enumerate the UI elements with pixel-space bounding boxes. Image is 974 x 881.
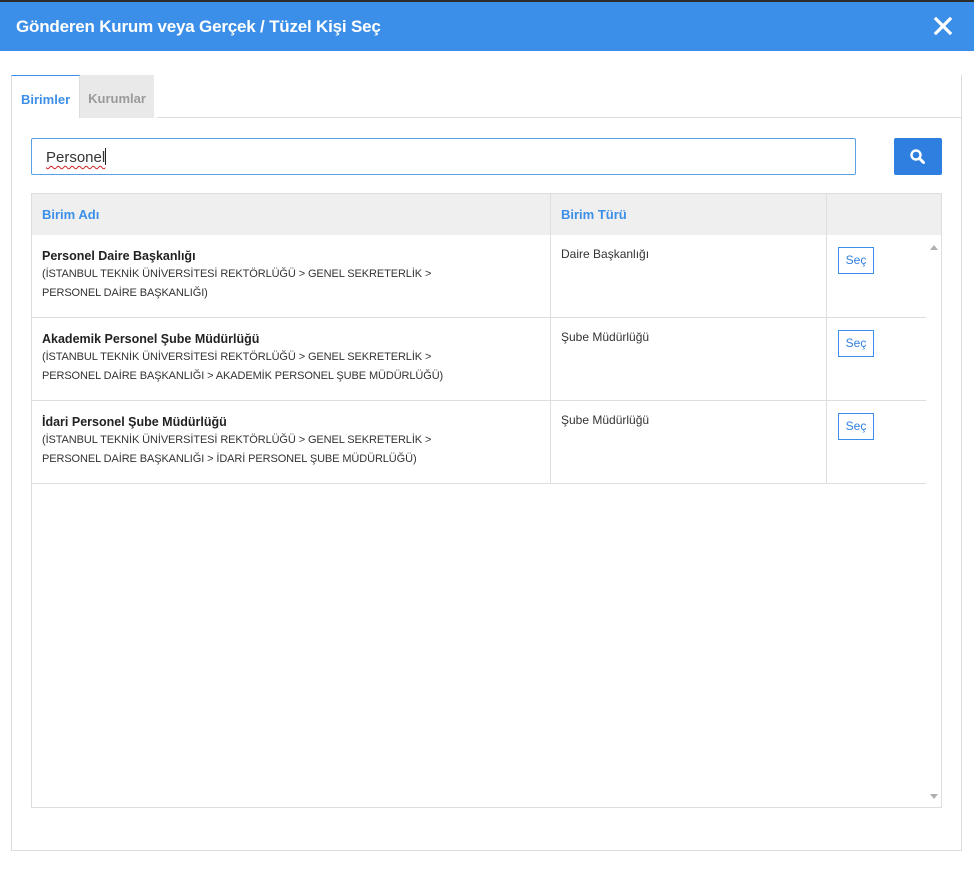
- column-header-action: [827, 194, 941, 235]
- unit-name: Personel Daire Başkanlığı: [42, 249, 196, 263]
- text-cursor: [105, 148, 107, 165]
- search-input[interactable]: Personel: [31, 138, 856, 175]
- unit-path: PERSONEL DAİRE BAŞKANLIĞI): [42, 287, 208, 299]
- tab-bar: Birimler Kurumlar: [11, 75, 154, 118]
- table-header: Birim Adı Birim Türü: [32, 194, 941, 235]
- unit-path: (İSTANBUL TEKNİK ÜNİVERSİTESİ REKTÖRLÜĞÜ…: [42, 434, 432, 446]
- unit-type: Şube Müdürlüğü: [551, 401, 827, 483]
- vertical-scrollbar[interactable]: [926, 235, 941, 807]
- unit-path: PERSONEL DAİRE BAŞKANLIĞI > AKADEMİK PER…: [42, 370, 444, 382]
- select-button[interactable]: Seç: [838, 413, 874, 440]
- unit-name: İdari Personel Şube Müdürlüğü: [42, 415, 227, 429]
- tab-birimler[interactable]: Birimler: [11, 75, 81, 118]
- birim-adi-cell: Akademik Personel Şube Müdürlüğü (İSTANB…: [32, 318, 551, 400]
- unit-type: Daire Başkanlığı: [551, 235, 827, 317]
- action-cell: Seç: [827, 401, 926, 483]
- dialog-titlebar: Gönderen Kurum veya Gerçek / Tüzel Kişi …: [0, 0, 974, 51]
- select-button[interactable]: Seç: [838, 330, 874, 357]
- dialog-title: Gönderen Kurum veya Gerçek / Tüzel Kişi …: [16, 17, 381, 36]
- search-icon: [910, 148, 925, 164]
- column-header-birim-turu[interactable]: Birim Türü: [551, 194, 827, 235]
- action-cell: Seç: [827, 318, 926, 400]
- close-icon[interactable]: [930, 13, 956, 39]
- table-row[interactable]: Personel Daire Başkanlığı (İSTANBUL TEKN…: [32, 235, 926, 318]
- unit-path: (İSTANBUL TEKNİK ÜNİVERSİTESİ REKTÖRLÜĞÜ…: [42, 268, 432, 280]
- column-header-birim-adi[interactable]: Birim Adı: [32, 194, 551, 235]
- action-cell: Seç: [827, 235, 926, 317]
- unit-type: Şube Müdürlüğü: [551, 318, 827, 400]
- results-table: Birim Adı Birim Türü Personel Daire Başk…: [31, 193, 942, 808]
- birim-adi-cell: Personel Daire Başkanlığı (İSTANBUL TEKN…: [32, 235, 551, 317]
- search-button[interactable]: [894, 138, 942, 175]
- birim-adi-cell: İdari Personel Şube Müdürlüğü (İSTANBUL …: [32, 401, 551, 483]
- unit-path: PERSONEL DAİRE BAŞKANLIĞI > İDARİ PERSON…: [42, 453, 417, 465]
- table-row[interactable]: Akademik Personel Şube Müdürlüğü (İSTANB…: [32, 318, 926, 401]
- unit-name: Akademik Personel Şube Müdürlüğü: [42, 332, 260, 346]
- scroll-up-icon[interactable]: [930, 245, 938, 250]
- tab-divider: [157, 117, 962, 118]
- select-button[interactable]: Seç: [838, 247, 874, 274]
- unit-path: (İSTANBUL TEKNİK ÜNİVERSİTESİ REKTÖRLÜĞÜ…: [42, 351, 432, 363]
- search-input-value: Personel: [46, 149, 106, 166]
- table-row[interactable]: İdari Personel Şube Müdürlüğü (İSTANBUL …: [32, 401, 926, 484]
- tab-kurumlar[interactable]: Kurumlar: [80, 75, 154, 118]
- scroll-down-icon[interactable]: [930, 794, 938, 799]
